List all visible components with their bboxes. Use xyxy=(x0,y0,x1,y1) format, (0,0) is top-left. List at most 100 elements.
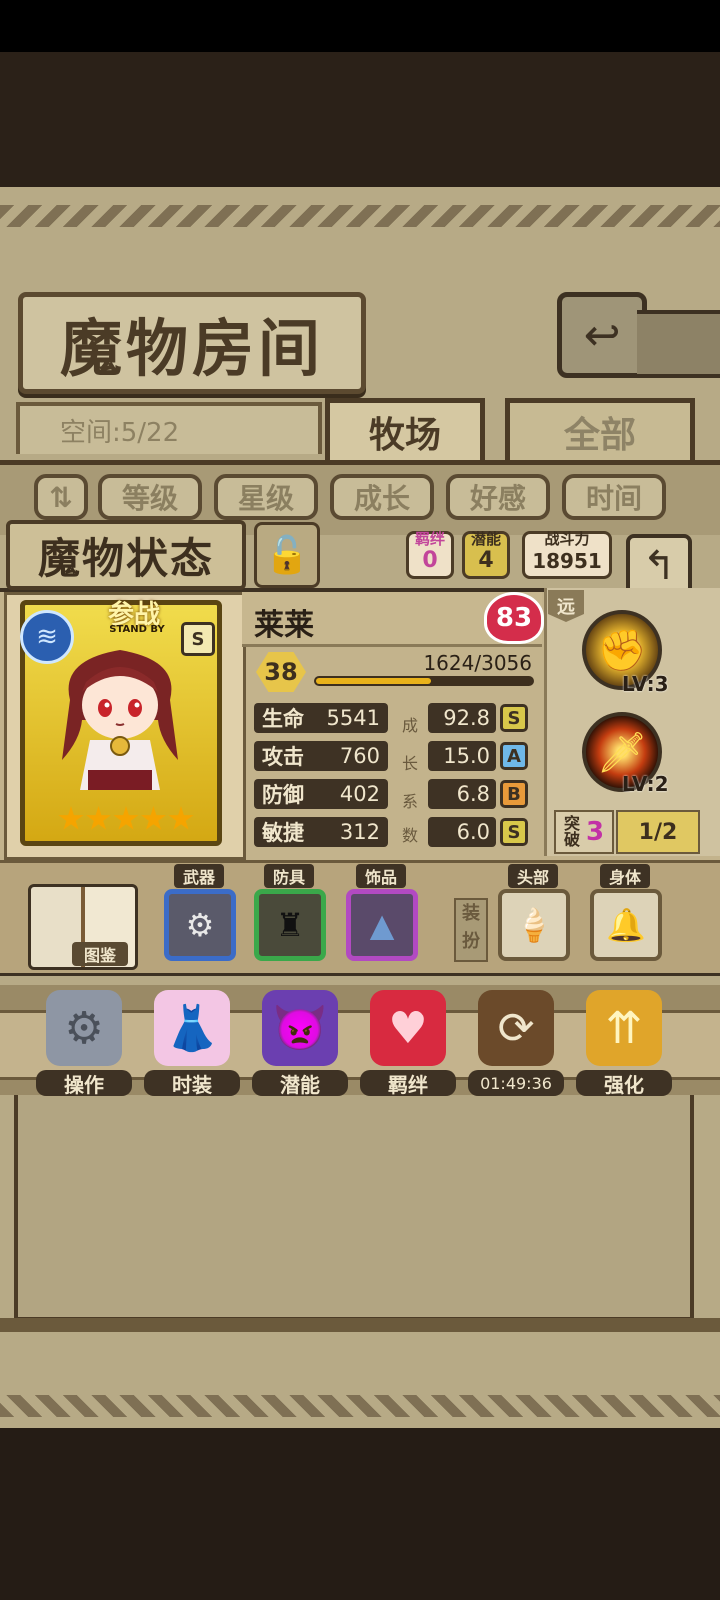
sort-time-button[interactable]: 时间 xyxy=(562,474,666,520)
room-title: 魔物房间 xyxy=(18,292,366,394)
affection-value: 83 xyxy=(495,603,533,633)
dress-up-char: 扮 xyxy=(462,931,480,952)
monster-list-area[interactable] xyxy=(14,1065,694,1321)
stat-label: 防御 xyxy=(262,783,304,807)
triangle-amulet-icon: ▲ xyxy=(369,906,395,944)
body-slot[interactable]: 🔔 xyxy=(590,889,662,961)
background-map-bottom xyxy=(0,1428,720,1600)
status-bar-area xyxy=(0,0,720,52)
armor-tag: 防具 xyxy=(264,864,314,888)
bond-button[interactable]: ♥ 羁绊 xyxy=(360,990,456,1100)
encyclopedia-label: 图鉴 xyxy=(72,942,128,966)
tab-all[interactable]: 全部 xyxy=(505,398,695,461)
lock-button[interactable]: 🔓 xyxy=(254,522,320,588)
return-arrow-icon: ↰ xyxy=(642,543,676,589)
skill1-level: LV:3 xyxy=(622,672,669,696)
ice-cream-hat-icon: 🍦 xyxy=(514,906,554,944)
growth-grade-badge: B xyxy=(500,780,528,808)
head-slot[interactable]: 🍦 xyxy=(498,889,570,961)
growth-value: 6.0 xyxy=(428,817,496,847)
dress-up-label: 装扮 xyxy=(454,898,488,962)
star-icon xyxy=(113,806,139,830)
action-label: 操作 xyxy=(36,1070,132,1097)
sort-star-button[interactable]: 星级 xyxy=(214,474,318,520)
limit-break-box: 突破 3 xyxy=(554,810,614,854)
star-rating xyxy=(58,806,194,842)
stat-value: 312 xyxy=(339,820,380,844)
sort-toggle-icon: ⇅ xyxy=(49,480,73,514)
stat-label: 生命 xyxy=(262,707,304,731)
unlock-icon: 🔓 xyxy=(264,535,310,576)
bond-box: 羁绊 0 xyxy=(406,530,454,579)
refresh-chest-icon: ⟳ xyxy=(478,990,554,1066)
head-tag: 头部 xyxy=(508,864,558,888)
outfit-icon: 👗 xyxy=(154,990,230,1066)
room-back-button[interactable]: ↩ xyxy=(557,292,647,378)
character-portrait xyxy=(62,650,178,790)
growth-coef-label: 成 xyxy=(401,716,418,735)
armor-slot[interactable]: ♜ xyxy=(254,889,326,961)
potential-button[interactable]: 👿 潜能 xyxy=(252,990,348,1100)
stat-value: 760 xyxy=(339,744,380,768)
growth-value: 6.8 xyxy=(428,779,496,809)
weapon-tag: 武器 xyxy=(174,864,224,888)
dress-up-char: 装 xyxy=(462,903,480,924)
upgrade-button[interactable]: ⇈ 强化 xyxy=(576,990,672,1100)
black-cloak-icon: ♜ xyxy=(275,906,305,944)
bond-label: 羁绊 xyxy=(414,530,445,548)
exp-text: 1624/3056 xyxy=(423,651,532,675)
growth-grade-badge: S xyxy=(500,704,528,732)
sort-level-button[interactable]: 等级 xyxy=(98,474,202,520)
torn-edge-top xyxy=(0,205,720,227)
sort-growth-button[interactable]: 成长 xyxy=(330,474,434,520)
star-icon xyxy=(86,806,111,830)
power-box: 战斗力 18951 xyxy=(522,530,612,579)
stat-label: 敏捷 xyxy=(262,821,304,845)
body-tag: 身体 xyxy=(600,864,650,888)
stat-row-agility: 敏捷 312 xyxy=(254,817,388,847)
outfit-button[interactable]: 👗 时装 xyxy=(144,990,240,1100)
potential-label: 潜能 xyxy=(470,530,501,548)
standby-subtext: STAND BY xyxy=(109,624,165,635)
accessory-slot[interactable]: ▲ xyxy=(346,889,418,961)
gatling-gun-icon: ⚙ xyxy=(185,906,215,944)
potential-value: 4 xyxy=(478,548,494,573)
stat-value: 5541 xyxy=(326,706,380,730)
standby-label: 参战 xyxy=(107,600,160,630)
power-label: 战斗力 xyxy=(544,530,590,548)
power-value: 18951 xyxy=(532,549,602,573)
limit-break-label: 突破 xyxy=(563,814,580,849)
status-title: 魔物状态 xyxy=(6,520,246,590)
limit-break-progress[interactable]: 1/2 xyxy=(616,810,700,854)
top-right-bar xyxy=(637,310,720,378)
sort-order-button[interactable]: ⇅ xyxy=(34,474,88,520)
potential-box: 潜能 4 xyxy=(462,530,510,579)
growth-grade-badge: S xyxy=(500,818,528,846)
torn-edge-bottom xyxy=(0,1395,720,1417)
operate-button[interactable]: ⚙ 操作 xyxy=(36,990,132,1100)
growth-grade-badge: A xyxy=(500,742,528,770)
growth-coef-label: 长 xyxy=(401,754,418,773)
refresh-button[interactable]: ⟳ 01:49:36 xyxy=(468,990,564,1100)
action-label: 强化 xyxy=(576,1070,672,1097)
bond-value: 0 xyxy=(422,548,438,573)
sort-affection-button[interactable]: 好感 xyxy=(446,474,550,520)
accessory-tag: 饰品 xyxy=(356,864,406,888)
tab-ranch[interactable]: 牧场 xyxy=(325,398,485,461)
affection-heart-icon: 83 xyxy=(484,592,544,644)
panel-bottom-edge xyxy=(0,1318,720,1332)
growth-value: 15.0 xyxy=(428,741,496,771)
growth-value: 92.8 xyxy=(428,703,496,733)
gear-icon: ⚙ xyxy=(46,990,122,1066)
action-label: 时装 xyxy=(144,1070,240,1097)
collar-bell-icon: 🔔 xyxy=(606,906,646,944)
refresh-timer: 01:49:36 xyxy=(468,1070,564,1096)
weapon-slot[interactable]: ⚙ xyxy=(164,889,236,961)
action-label: 羁绊 xyxy=(360,1070,456,1097)
stat-row-attack: 攻击 760 xyxy=(254,741,388,771)
star-icon xyxy=(141,806,166,830)
growth-coef-label: 系 xyxy=(401,792,418,811)
exp-bar-fill xyxy=(316,678,431,684)
character-name: 莱莱 xyxy=(254,608,314,643)
potential-demon-icon: 👿 xyxy=(262,990,338,1066)
